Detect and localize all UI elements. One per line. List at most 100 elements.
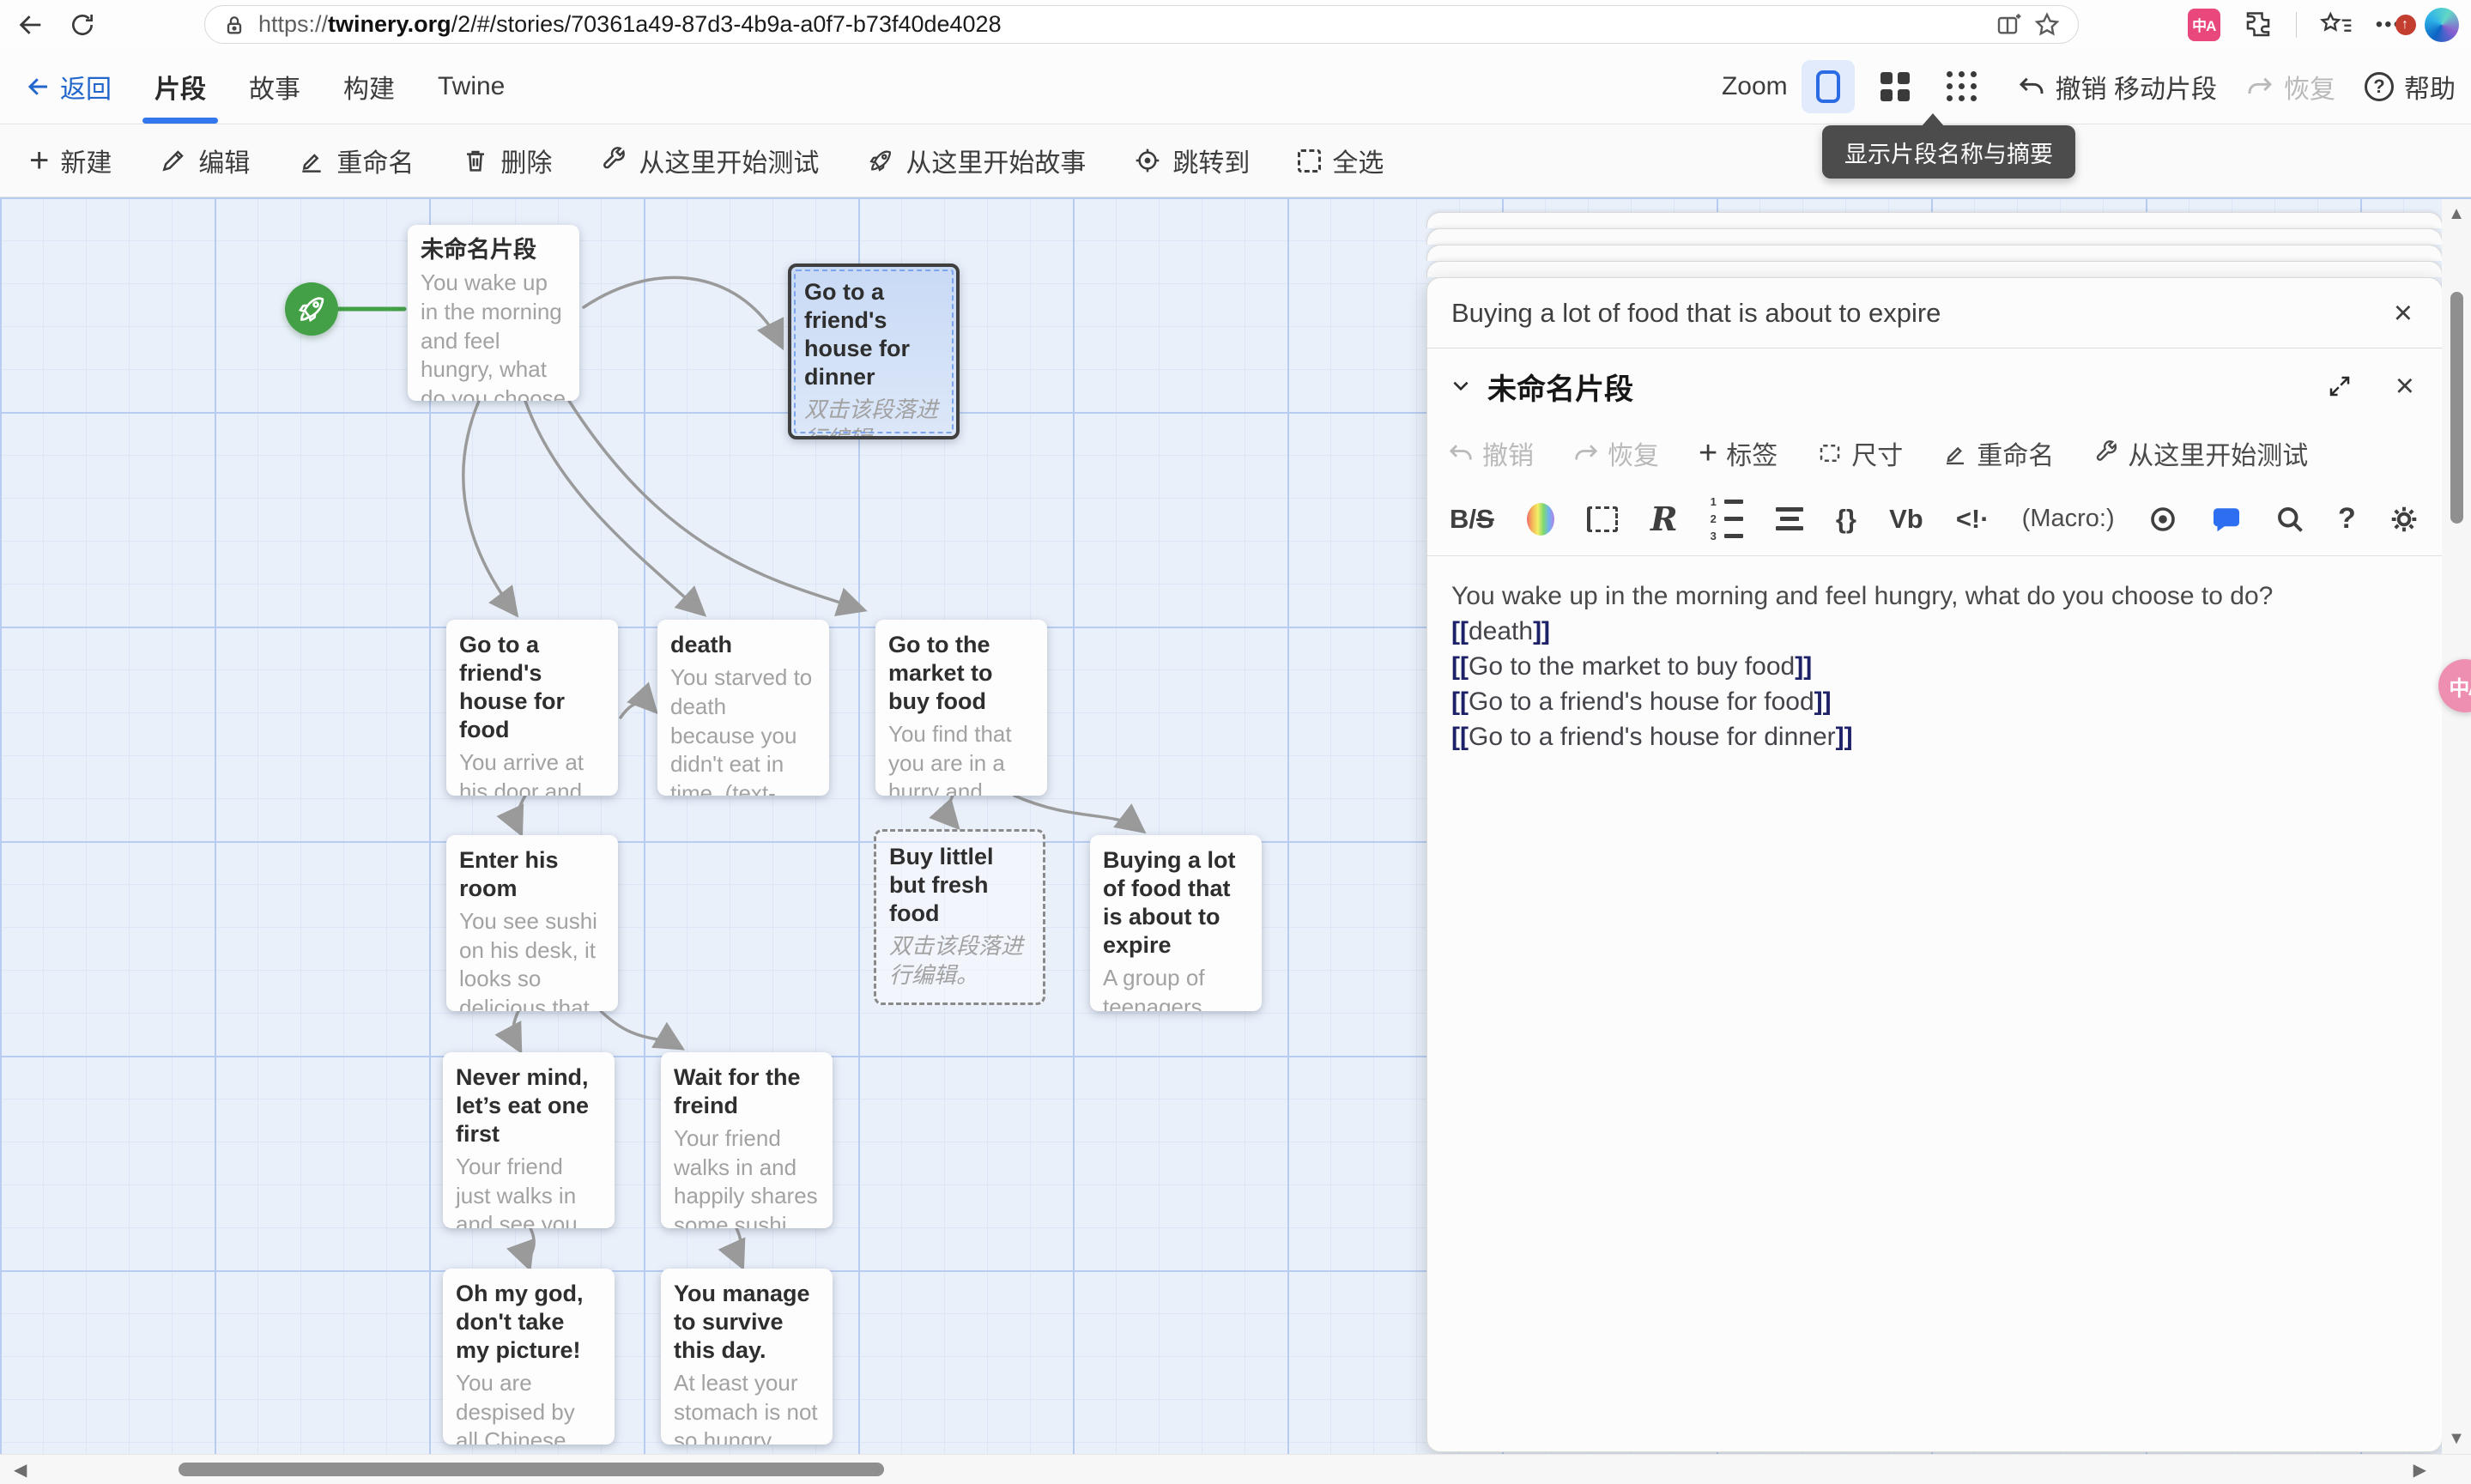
passage-title: Enter his room xyxy=(459,846,605,903)
passage-excerpt: You are despised by all Chinese xyxy=(456,1369,602,1445)
plus-icon: + xyxy=(1699,437,1717,469)
passage-node-enter-room[interactable]: Enter his roomYou see sushi on his desk,… xyxy=(446,835,618,1011)
browser-toolbar-icons: 中A •••↑ xyxy=(2188,0,2459,49)
preview-eye-button[interactable] xyxy=(2147,504,2178,535)
tab-twine[interactable]: Twine xyxy=(433,49,510,124)
rename-pen-icon xyxy=(1942,440,1968,466)
editor-rename-label: 重命名 xyxy=(1977,434,2054,472)
verbatim-button[interactable]: Vb xyxy=(1889,504,1923,535)
passage-node-untitled[interactable]: 未命名片段You wake up in the morning and feel… xyxy=(408,225,579,401)
passage-node-buy-little[interactable]: Buy littlel but fresh food双击该段落进行编辑。 xyxy=(874,829,1045,1005)
maximize-icon[interactable] xyxy=(2327,373,2353,399)
passage-node-death[interactable]: deathYou starved to death because you di… xyxy=(657,620,829,796)
hook-button[interactable] xyxy=(1587,506,1618,532)
editor-redo-button[interactable]: 恢复 xyxy=(1573,434,1659,472)
zoom-medium-button[interactable] xyxy=(1868,60,1922,113)
redo-button[interactable]: 恢复 xyxy=(2246,68,2335,106)
comment-bubble-button[interactable] xyxy=(2211,504,2242,535)
collapsed-dialog[interactable] xyxy=(1426,212,2443,228)
url-text[interactable]: https://twinery.org/2/#/stories/70361a49… xyxy=(258,11,1990,38)
editor-undo-button[interactable]: 撤销 xyxy=(1448,434,1534,472)
editor-text-line: You wake up in the morning and feel hung… xyxy=(1451,578,2418,614)
site-security-lock-icon[interactable] xyxy=(222,13,246,37)
rename-passage-button[interactable]: 重命名 xyxy=(298,142,414,179)
passage-node-buying-lot[interactable]: Buying a lot of food that is about to ex… xyxy=(1090,835,1262,1011)
vertical-scrollbar[interactable]: ▲ ▼ xyxy=(2442,199,2471,1454)
new-passage-button[interactable]: + 新建 xyxy=(29,142,112,179)
browser-more-icon[interactable]: •••↑ xyxy=(2376,13,2402,37)
alignment-button[interactable] xyxy=(1776,507,1803,530)
favorites-list-icon[interactable] xyxy=(2319,10,2353,39)
vertical-scrollbar-thumb[interactable] xyxy=(2450,292,2463,524)
passage-node-you-manage[interactable]: You manage to survive this day.At least … xyxy=(661,1269,833,1445)
passage-title: Go to the market to buy food xyxy=(888,631,1034,716)
passage-node-oh-my-god[interactable]: Oh my god, don't take my picture!You are… xyxy=(443,1269,615,1445)
scroll-up-icon[interactable]: ▲ xyxy=(2442,204,2471,224)
edit-passage-button[interactable]: 编辑 xyxy=(160,142,250,179)
delete-passage-button[interactable]: 删除 xyxy=(462,142,552,179)
undo-move-passage-button[interactable]: 撤销 移动片段 xyxy=(2018,68,2217,106)
editor-help-button[interactable]: ? xyxy=(2338,502,2356,536)
extensions-puzzle-icon[interactable] xyxy=(2243,9,2274,40)
split-screen-icon[interactable] xyxy=(1990,6,2028,44)
tab-story[interactable]: 故事 xyxy=(244,49,306,124)
collapsed-dialog[interactable] xyxy=(1426,228,2443,245)
editor-rename-button[interactable]: 重命名 xyxy=(1942,434,2054,472)
passage-node-never-mind[interactable]: Never mind, let’s eat one firstYour frie… xyxy=(443,1052,615,1228)
hook-icon xyxy=(1587,506,1618,532)
browser-refresh-icon[interactable] xyxy=(64,6,101,44)
passage-node-dinner[interactable]: Go to a friend's house for dinner双击该段落进行… xyxy=(788,263,960,439)
passage-node-market[interactable]: Go to the market to buy foodYou find tha… xyxy=(875,620,1047,796)
passage-size-button[interactable]: 尺寸 xyxy=(1817,434,1903,472)
add-tag-button[interactable]: + 标签 xyxy=(1699,434,1778,472)
passage-title: Buy littlel but fresh food xyxy=(889,843,1030,928)
editor-settings-button[interactable] xyxy=(2389,504,2420,535)
horizontal-scrollbar[interactable]: ◀ ▶ xyxy=(0,1454,2471,1484)
horizontal-scrollbar-thumb[interactable] xyxy=(179,1463,884,1476)
find-button[interactable] xyxy=(2274,504,2305,535)
collapsed-dialog[interactable] xyxy=(1426,261,2443,277)
tab-build[interactable]: 构建 xyxy=(338,49,400,124)
revision-button[interactable]: R xyxy=(1650,500,1678,538)
select-all-icon xyxy=(1298,149,1321,173)
nav-tabs: 片段 故事 构建 Twine xyxy=(149,49,510,124)
editor-close-icon[interactable]: × xyxy=(2390,370,2420,403)
translate-icon[interactable]: 中A xyxy=(2188,9,2220,41)
browser-back-icon[interactable] xyxy=(12,6,50,44)
undo-label: 撤销 移动片段 xyxy=(2056,68,2217,106)
start-story-here-button[interactable]: 从这里开始故事 xyxy=(867,142,1086,179)
zoom-small-button[interactable] xyxy=(1935,60,1989,113)
edit-label: 编辑 xyxy=(198,142,250,179)
size-icon xyxy=(1817,440,1843,466)
test-from-here-label: 从这里开始测试 xyxy=(639,142,819,179)
scroll-down-icon[interactable]: ▼ xyxy=(2442,1429,2471,1449)
zoom-full-button[interactable] xyxy=(1802,60,1855,113)
passage-text-editor[interactable]: You wake up in the morning and feel hung… xyxy=(1427,556,2442,1451)
numbered-list-button[interactable]: 1 2 3 xyxy=(1711,495,1743,542)
collapse-braces-button[interactable]: {} xyxy=(1836,504,1856,535)
text-color-button[interactable] xyxy=(1527,503,1554,536)
copilot-icon[interactable] xyxy=(2425,8,2459,42)
macro-button[interactable]: (Macro:) xyxy=(2022,505,2115,533)
test-from-here-button[interactable]: 从这里开始测试 xyxy=(600,142,819,179)
wrench-icon xyxy=(2093,440,2119,466)
back-button[interactable]: 返回 xyxy=(26,68,112,106)
passage-excerpt: You see sushi on his desk, it looks so d… xyxy=(459,907,605,1011)
tab-passages[interactable]: 片段 xyxy=(149,49,211,124)
passage-node-wait-friend[interactable]: Wait for the freindYour friend walks in … xyxy=(661,1052,833,1228)
collapsed-dialog[interactable] xyxy=(1426,245,2443,261)
scroll-left-icon[interactable]: ◀ xyxy=(14,1459,27,1481)
scroll-right-icon[interactable]: ▶ xyxy=(2413,1459,2426,1481)
favorite-star-icon[interactable] xyxy=(2028,6,2066,44)
chevron-down-icon[interactable] xyxy=(1450,375,1472,397)
go-to-passage-button[interactable]: 跳转到 xyxy=(1134,142,1250,179)
address-bar[interactable]: https://twinery.org/2/#/stories/70361a49… xyxy=(204,5,2079,44)
text-style-button[interactable]: B/S xyxy=(1450,504,1494,535)
comment-button[interactable]: <!· xyxy=(1956,504,1990,535)
passage-node-friend-food[interactable]: Go to a friend's house for foodYou arriv… xyxy=(446,620,618,796)
dialog-close-icon[interactable]: × xyxy=(2389,297,2418,330)
help-button[interactable]: ? 帮助 xyxy=(2365,68,2456,106)
zoom-tooltip: 显示片段名称与摘要 xyxy=(1822,125,2075,179)
select-all-button[interactable]: 全选 xyxy=(1298,142,1384,179)
editor-test-from-here-button[interactable]: 从这里开始测试 xyxy=(2093,434,2308,472)
